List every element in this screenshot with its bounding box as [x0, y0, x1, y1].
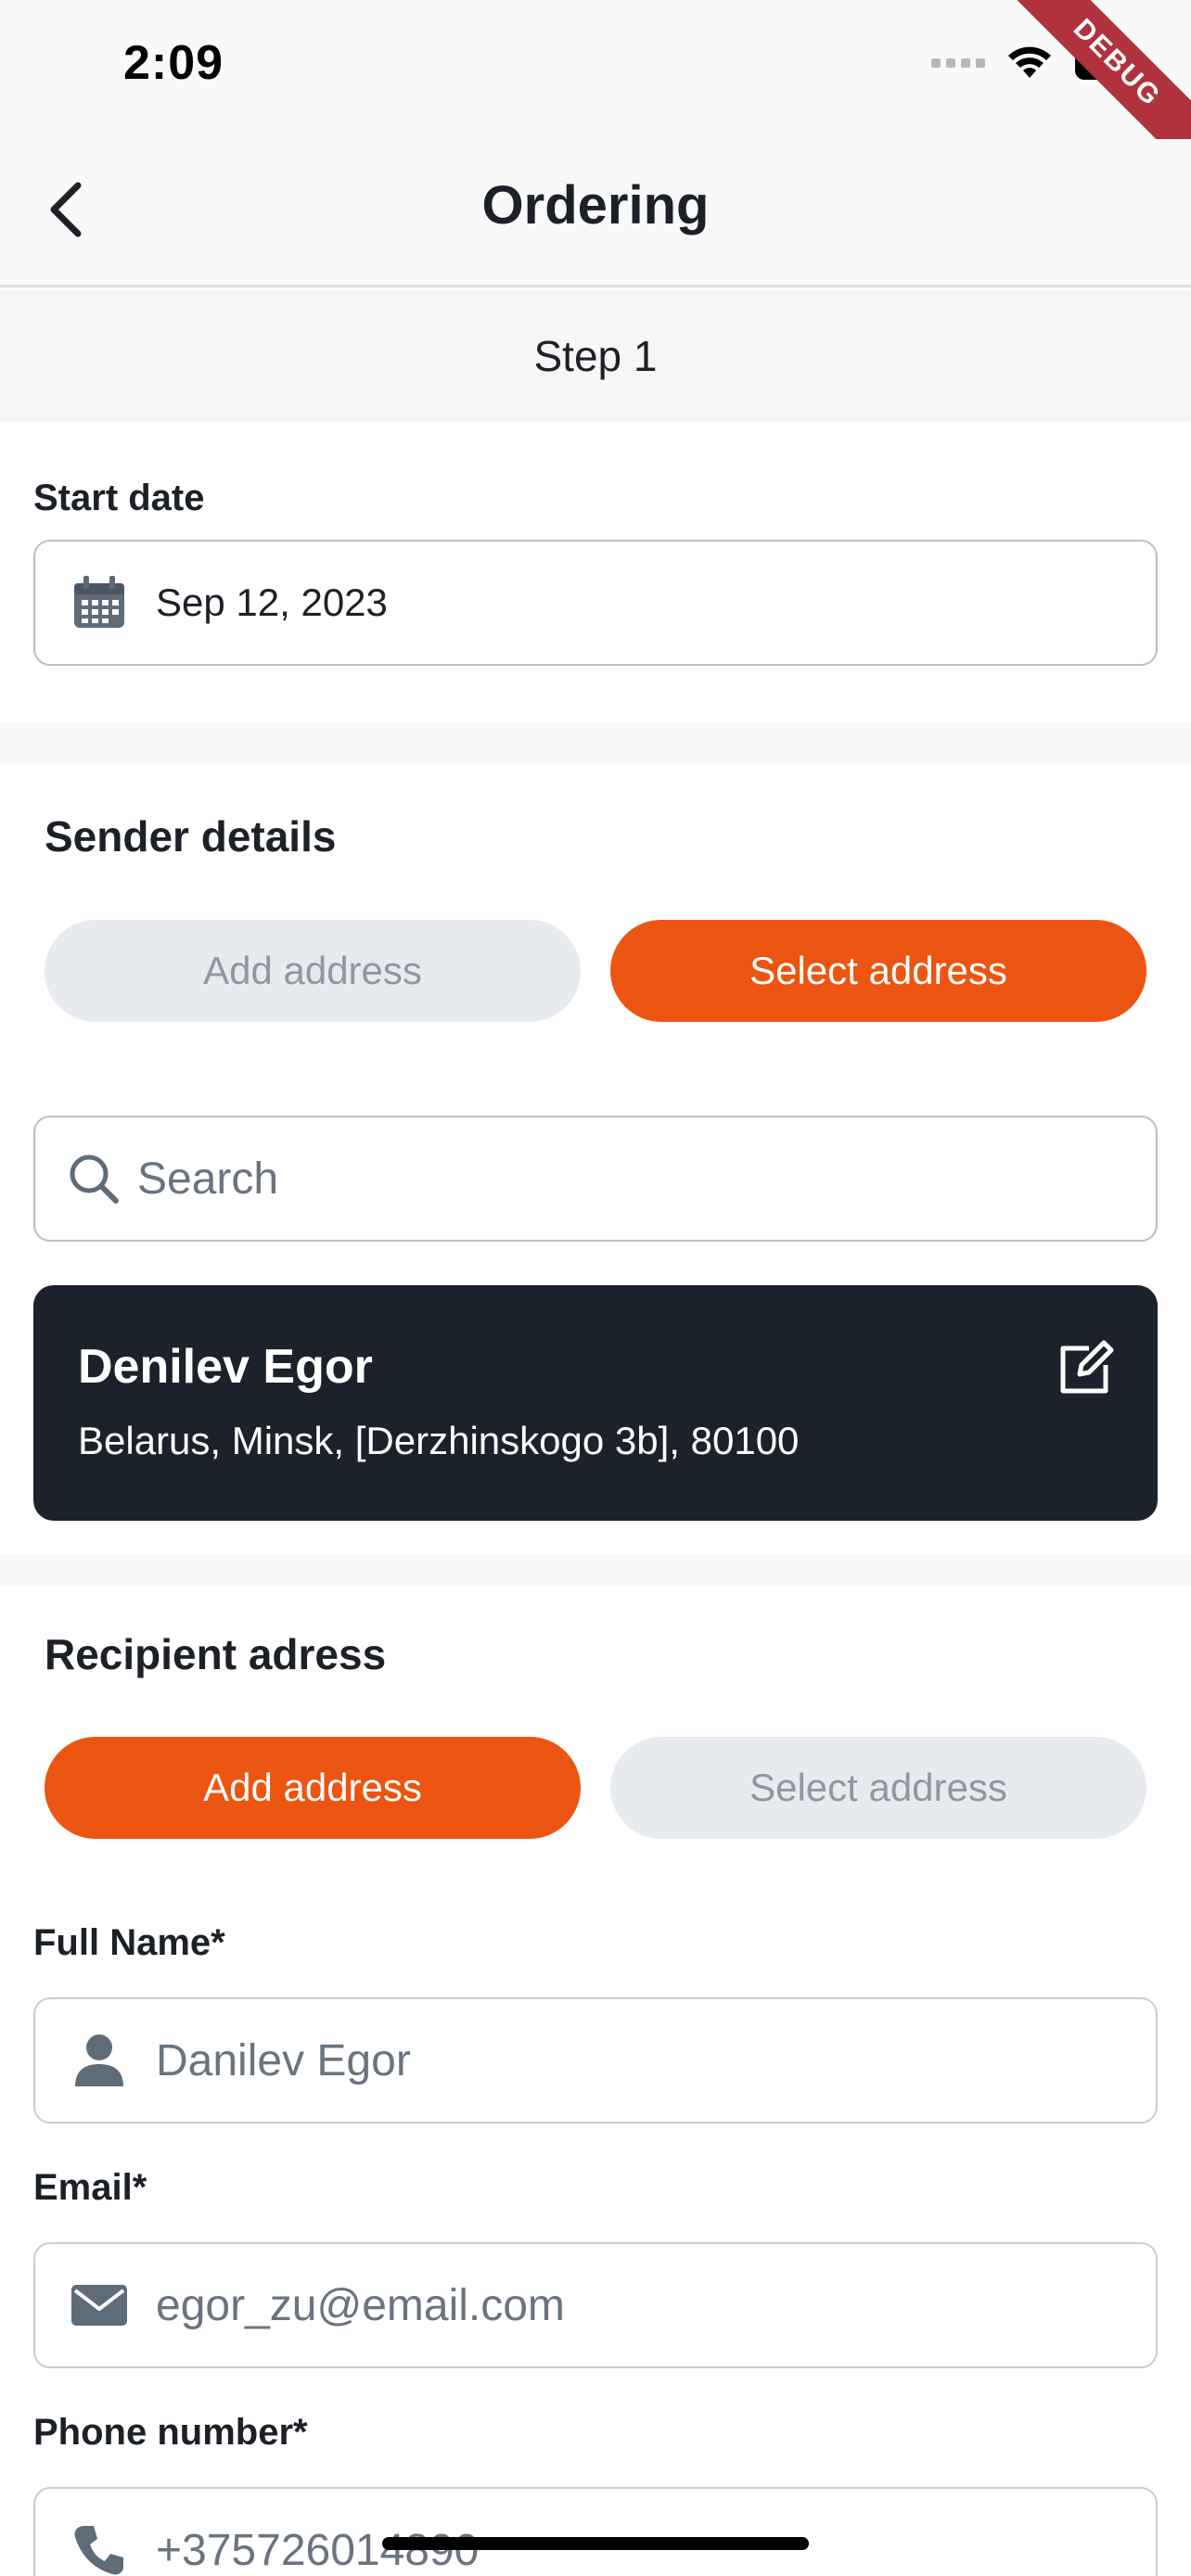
- sender-add-address-button[interactable]: Add address: [45, 920, 581, 1022]
- status-bar: 2:09: [0, 0, 1191, 139]
- start-date-field[interactable]: Sep 12, 2023: [33, 540, 1158, 666]
- full-name-placeholder: Danilev Egor: [156, 2035, 411, 2085]
- mail-icon: [67, 2273, 132, 2338]
- recipient-select-address-button[interactable]: Select address: [610, 1737, 1146, 1839]
- phone-number-placeholder: +375726014890: [156, 2525, 480, 2575]
- step-indicator: Step 1: [0, 290, 1191, 422]
- recipient-address-title: Recipient adress: [45, 1630, 387, 1678]
- section-divider: [0, 1554, 1191, 1586]
- email-label: Email*: [33, 2167, 147, 2208]
- full-name-input[interactable]: Danilev Egor: [33, 1997, 1158, 2123]
- wifi-icon: [1008, 46, 1051, 78]
- home-indicator[interactable]: [382, 2537, 809, 2550]
- search-placeholder: Search: [137, 1154, 279, 1204]
- cellular-signal-icon: [931, 58, 985, 68]
- search-icon: [61, 1146, 126, 1211]
- edit-icon[interactable]: [1054, 1337, 1117, 1400]
- sender-address-card[interactable]: Denilev Egor Belarus, Minsk, [Derzhinsko…: [33, 1285, 1158, 1521]
- phone-icon: [67, 2518, 132, 2576]
- sender-card-name: Denilev Egor: [78, 1340, 373, 1394]
- phone-number-input[interactable]: +375726014890: [33, 2487, 1158, 2576]
- sender-details-title: Sender details: [45, 812, 337, 861]
- section-divider: [0, 721, 1191, 764]
- sender-search-field[interactable]: Search: [33, 1116, 1158, 1242]
- sender-card-address: Belarus, Minsk, [Derzhinskogo 3b], 80100: [78, 1419, 800, 1462]
- page-title: Ordering: [481, 175, 710, 236]
- email-input[interactable]: egor_zu@email.com: [33, 2242, 1158, 2368]
- phone-number-label: Phone number*: [33, 2412, 308, 2453]
- full-name-label: Full Name*: [33, 1922, 225, 1963]
- start-date-value: Sep 12, 2023: [156, 580, 388, 624]
- start-date-label: Start date: [33, 478, 205, 518]
- calendar-icon: [67, 570, 132, 635]
- email-placeholder: egor_zu@email.com: [156, 2280, 565, 2330]
- sender-select-address-button[interactable]: Select address: [610, 920, 1146, 1022]
- person-icon: [67, 2028, 132, 2093]
- nav-bar: Ordering: [0, 139, 1191, 287]
- status-time: 2:09: [123, 36, 224, 90]
- recipient-add-address-button[interactable]: Add address: [45, 1737, 581, 1839]
